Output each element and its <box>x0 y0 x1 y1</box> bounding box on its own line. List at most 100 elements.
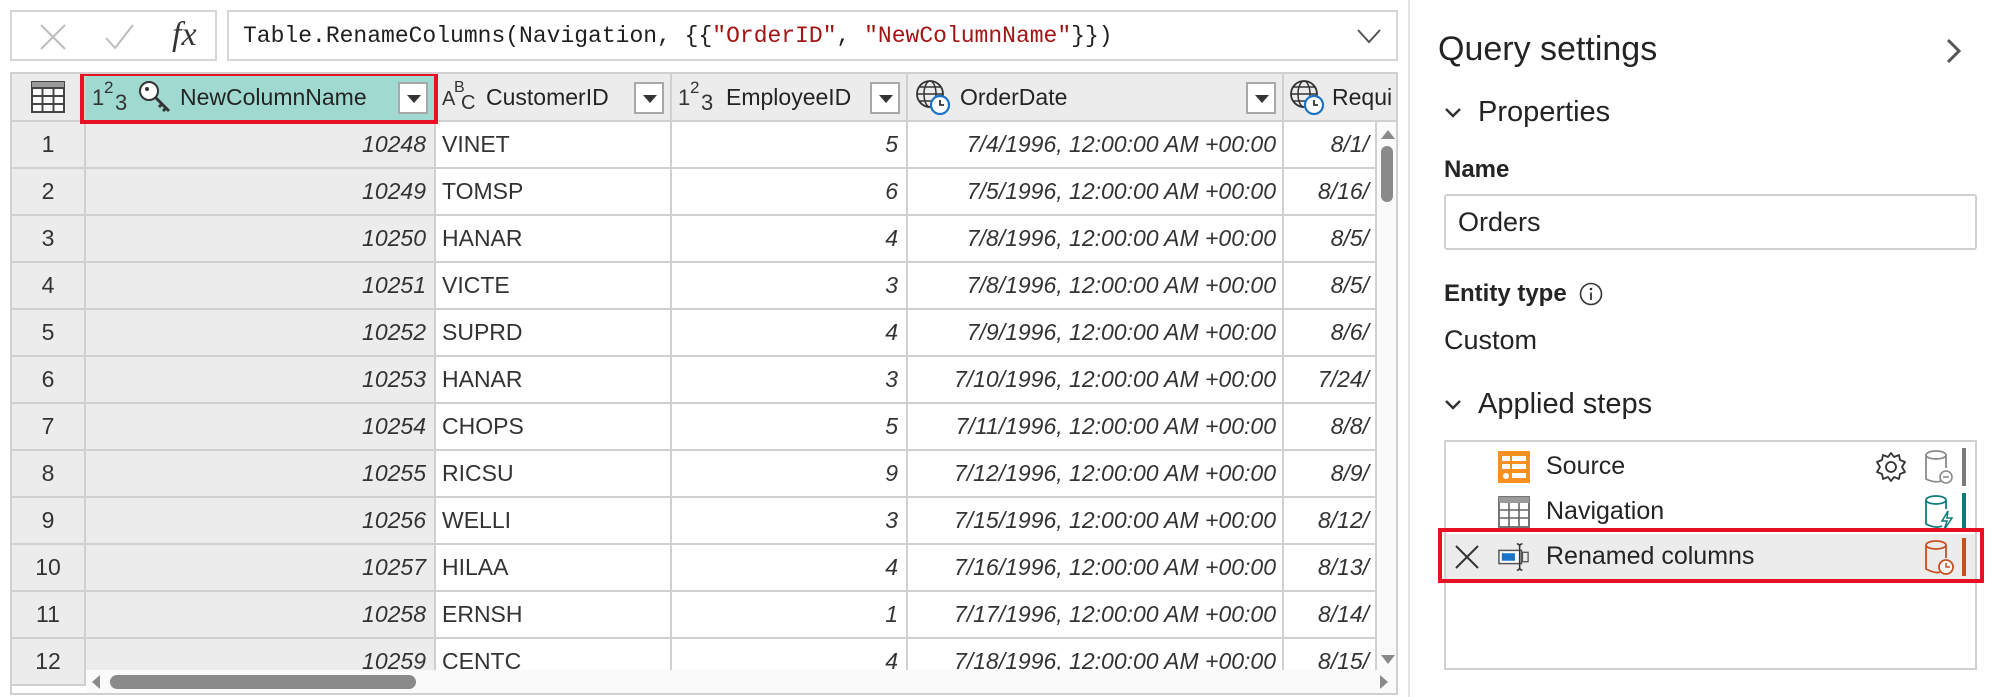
cell-customerid[interactable]: TOMSP <box>436 169 672 216</box>
step-navigation[interactable]: Navigation <box>1446 489 1975 534</box>
cell-employeeid[interactable]: 3 <box>672 263 908 310</box>
commit-check-icon[interactable] <box>104 22 134 52</box>
cell-employeeid[interactable]: 1 <box>672 592 908 639</box>
cell-employeeid[interactable]: 3 <box>672 498 908 545</box>
cell-requireddate[interactable]: 8/8/ <box>1284 404 1377 451</box>
column-header-requireddate[interactable]: Requi <box>1284 74 1396 122</box>
gear-icon[interactable] <box>1874 450 1908 484</box>
cell-newcolumnname[interactable]: 10250 <box>86 216 436 263</box>
cell-employeeid[interactable]: 5 <box>672 122 908 169</box>
applied-steps-section-header[interactable]: Applied steps <box>1444 388 1652 421</box>
column-filter-dropdown[interactable] <box>1246 82 1276 114</box>
cell-requireddate[interactable]: 8/12/ <box>1284 498 1377 545</box>
cell-requireddate[interactable]: 7/24/ <box>1284 357 1377 404</box>
cell-customerid[interactable]: RICSU <box>436 451 672 498</box>
cell-orderdate[interactable]: 7/12/1996, 12:00:00 AM +00:00 <box>908 451 1284 498</box>
cell-requireddate[interactable]: 8/5/ <box>1284 263 1377 310</box>
text-type-icon[interactable]: ABC <box>442 79 478 114</box>
scroll-right-icon[interactable] <box>1380 675 1388 689</box>
scroll-thumb[interactable] <box>110 675 416 689</box>
row-number[interactable]: 11 <box>12 592 86 639</box>
scroll-up-icon[interactable] <box>1381 130 1395 139</box>
row-number[interactable]: 7 <box>12 404 86 451</box>
cancel-icon[interactable] <box>38 22 68 52</box>
vertical-scrollbar[interactable] <box>1377 122 1396 670</box>
step-renamed-columns[interactable]: Renamed columns <box>1446 534 1975 579</box>
column-filter-dropdown[interactable] <box>398 82 428 114</box>
column-header-employeeid[interactable]: 123 EmployeeID <box>672 74 908 122</box>
cell-orderdate[interactable]: 7/17/1996, 12:00:00 AM +00:00 <box>908 592 1284 639</box>
number-type-icon[interactable]: 123 <box>678 78 718 115</box>
cell-employeeid[interactable]: 9 <box>672 451 908 498</box>
cell-employeeid[interactable]: 4 <box>672 545 908 592</box>
cell-newcolumnname[interactable]: 10249 <box>86 169 436 216</box>
fx-icon[interactable]: fx <box>172 16 197 54</box>
cell-employeeid[interactable]: 5 <box>672 404 908 451</box>
cell-customerid[interactable]: WELLI <box>436 498 672 545</box>
cell-requireddate[interactable]: 8/14/ <box>1284 592 1377 639</box>
cell-employeeid[interactable]: 4 <box>672 216 908 263</box>
column-filter-dropdown[interactable] <box>870 82 900 114</box>
cell-customerid[interactable]: VICTE <box>436 263 672 310</box>
column-header-customerid[interactable]: ABC CustomerID <box>436 74 672 122</box>
step-source[interactable]: Source <box>1446 444 1975 489</box>
cell-newcolumnname[interactable]: 10253 <box>86 357 436 404</box>
horizontal-scrollbar[interactable] <box>86 670 1396 693</box>
scroll-left-icon[interactable] <box>92 675 100 689</box>
cell-newcolumnname[interactable]: 10257 <box>86 545 436 592</box>
cell-newcolumnname[interactable]: 10251 <box>86 263 436 310</box>
formula-input[interactable]: Table.RenameColumns(Navigation, {{"Order… <box>227 10 1398 61</box>
cell-customerid[interactable]: HANAR <box>436 357 672 404</box>
cell-orderdate[interactable]: 7/4/1996, 12:00:00 AM +00:00 <box>908 122 1284 169</box>
cell-newcolumnname[interactable]: 10256 <box>86 498 436 545</box>
table-menu-button[interactable] <box>12 74 86 122</box>
row-number[interactable]: 1 <box>12 122 86 169</box>
cell-customerid[interactable]: CHOPS <box>436 404 672 451</box>
cell-requireddate[interactable]: 8/13/ <box>1284 545 1377 592</box>
row-number[interactable]: 8 <box>12 451 86 498</box>
row-number[interactable]: 2 <box>12 169 86 216</box>
cell-employeeid[interactable]: 4 <box>672 310 908 357</box>
cell-customerid[interactable]: HANAR <box>436 216 672 263</box>
cell-orderdate[interactable]: 7/16/1996, 12:00:00 AM +00:00 <box>908 545 1284 592</box>
cell-requireddate[interactable]: 8/9/ <box>1284 451 1377 498</box>
delete-step-icon[interactable] <box>1454 544 1480 570</box>
datetimezone-type-icon[interactable] <box>1288 78 1326 116</box>
cell-newcolumnname[interactable]: 10252 <box>86 310 436 357</box>
cell-customerid[interactable]: SUPRD <box>436 310 672 357</box>
cell-orderdate[interactable]: 7/9/1996, 12:00:00 AM +00:00 <box>908 310 1284 357</box>
cell-employeeid[interactable]: 3 <box>672 357 908 404</box>
cell-orderdate[interactable]: 7/8/1996, 12:00:00 AM +00:00 <box>908 216 1284 263</box>
cell-orderdate[interactable]: 7/10/1996, 12:00:00 AM +00:00 <box>908 357 1284 404</box>
cell-customerid[interactable]: HILAA <box>436 545 672 592</box>
info-icon[interactable] <box>1579 282 1603 306</box>
properties-section-header[interactable]: Properties <box>1444 96 1610 129</box>
column-header-orderdate[interactable]: OrderDate <box>908 74 1284 122</box>
scroll-down-icon[interactable] <box>1381 655 1395 664</box>
row-number[interactable]: 5 <box>12 310 86 357</box>
column-header-newcolumnname[interactable]: 123 NewColumnName <box>86 74 436 122</box>
datetimezone-type-icon[interactable] <box>914 78 952 116</box>
cell-requireddate[interactable]: 8/5/ <box>1284 216 1377 263</box>
row-number[interactable]: 4 <box>12 263 86 310</box>
cell-newcolumnname[interactable]: 10258 <box>86 592 436 639</box>
cell-newcolumnname[interactable]: 10254 <box>86 404 436 451</box>
cell-orderdate[interactable]: 7/15/1996, 12:00:00 AM +00:00 <box>908 498 1284 545</box>
cell-newcolumnname[interactable]: 10255 <box>86 451 436 498</box>
cell-customerid[interactable]: ERNSH <box>436 592 672 639</box>
column-filter-dropdown[interactable] <box>634 82 664 114</box>
cell-requireddate[interactable]: 8/16/ <box>1284 169 1377 216</box>
number-type-icon[interactable]: 123 <box>92 78 132 115</box>
cell-orderdate[interactable]: 7/11/1996, 12:00:00 AM +00:00 <box>908 404 1284 451</box>
scroll-thumb[interactable] <box>1381 146 1393 202</box>
row-number[interactable]: 10 <box>12 545 86 592</box>
row-number[interactable]: 12 <box>12 639 86 686</box>
cell-orderdate[interactable]: 7/5/1996, 12:00:00 AM +00:00 <box>908 169 1284 216</box>
row-number[interactable]: 3 <box>12 216 86 263</box>
cell-requireddate[interactable]: 8/6/ <box>1284 310 1377 357</box>
chevron-right-icon[interactable] <box>1944 36 1964 66</box>
query-name-input[interactable]: Orders <box>1444 194 1977 250</box>
cell-newcolumnname[interactable]: 10248 <box>86 122 436 169</box>
row-number[interactable]: 9 <box>12 498 86 545</box>
cell-customerid[interactable]: VINET <box>436 122 672 169</box>
